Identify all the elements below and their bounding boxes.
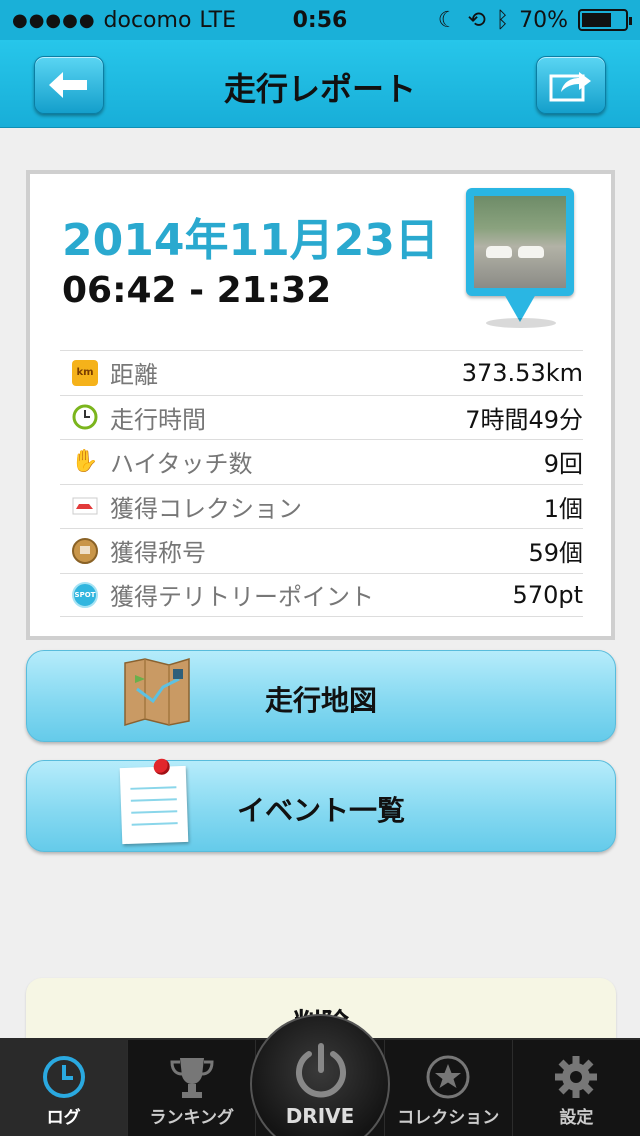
stat-row-territory: SPOT 獲得テリトリーポイント 570pt	[60, 572, 583, 617]
network-type: LTE	[199, 7, 236, 33]
clock-icon	[42, 1056, 85, 1098]
event-list-button[interactable]: イベント一覧	[26, 758, 616, 852]
carrier-name: docomo	[103, 7, 192, 33]
stat-value: 59個	[528, 539, 583, 568]
share-arrow-icon	[549, 72, 591, 102]
signal-strength-icon: ●●●●●	[12, 9, 96, 31]
battery-icon	[578, 9, 632, 31]
report-time-range: 06:42 - 21:32	[62, 270, 332, 311]
photo-image	[474, 196, 566, 288]
power-icon	[296, 1043, 346, 1098]
drive-map-label: 走行地図	[264, 684, 377, 717]
stat-value: 373.53km	[461, 358, 583, 387]
stats-list: km 距離 373.53km 走行時間 7時間49分 ✋ ハイタッチ数 9回 獲…	[60, 350, 583, 617]
stat-row-high-touch: ✋ ハイタッチ数 9回	[60, 439, 583, 484]
stat-row-collection: 獲得コレクション 1個	[60, 483, 583, 529]
stat-row-distance: km 距離 373.53km	[60, 350, 583, 395]
tab-label: ランキング	[149, 1108, 235, 1128]
car-icon	[72, 493, 98, 519]
spot-icon: SPOT	[72, 581, 98, 608]
rotation-lock-icon: ⟲	[467, 7, 486, 33]
gear-icon	[555, 1056, 598, 1098]
event-list-label: イベント一覧	[236, 794, 405, 827]
tab-log[interactable]: ログ	[0, 1040, 129, 1136]
drive-label: DRIVE	[285, 1104, 355, 1128]
tab-label: ログ	[46, 1108, 81, 1128]
stat-value: 9回	[543, 450, 583, 479]
pushpin-icon	[153, 758, 170, 775]
status-bar: ●●●●● docomo LTE 0:56 ☾ ⟲ ᛒ 70%	[0, 0, 640, 40]
stat-label: ハイタッチ数	[110, 450, 253, 479]
hand-icon: ✋	[71, 449, 99, 475]
drive-map-button[interactable]: 走行地図	[26, 650, 616, 742]
tab-collection[interactable]: コレクション	[385, 1040, 513, 1136]
battery-percent: 70%	[519, 7, 568, 33]
stat-row-titles: 獲得称号 59個	[60, 528, 583, 573]
stat-label: 距離	[110, 361, 158, 390]
report-date: 2014年11月23日	[62, 215, 439, 266]
tab-label: 設定	[559, 1108, 594, 1128]
stat-label: 獲得コレクション	[110, 494, 302, 523]
share-button[interactable]	[536, 56, 606, 114]
medal-icon	[72, 537, 98, 564]
tab-ranking[interactable]: ランキング	[128, 1040, 257, 1136]
stat-label: 獲得テリトリーポイント	[110, 583, 374, 612]
clock-icon	[72, 404, 98, 430]
stat-label: 走行時間	[110, 405, 206, 434]
report-summary-card: 2014年11月23日 06:42 - 21:32 km 距離 373.53km…	[26, 170, 615, 640]
trophy-icon	[170, 1058, 214, 1098]
navigation-bar: 走行レポート	[0, 40, 640, 128]
tab-settings[interactable]: 設定	[513, 1040, 640, 1136]
photo-thumbnail[interactable]	[466, 188, 574, 322]
stat-label: 獲得称号	[110, 539, 206, 568]
moon-icon: ☾	[437, 7, 458, 33]
stat-value: 570pt	[512, 580, 583, 609]
star-icon	[426, 1055, 470, 1099]
stat-row-drive-time: 走行時間 7時間49分	[60, 394, 583, 440]
tab-label: コレクション	[397, 1108, 500, 1128]
bluetooth-icon: ᛒ	[495, 7, 510, 33]
km-icon: km	[72, 359, 98, 386]
stat-value: 7時間49分	[465, 405, 583, 434]
stat-value: 1個	[543, 494, 583, 523]
